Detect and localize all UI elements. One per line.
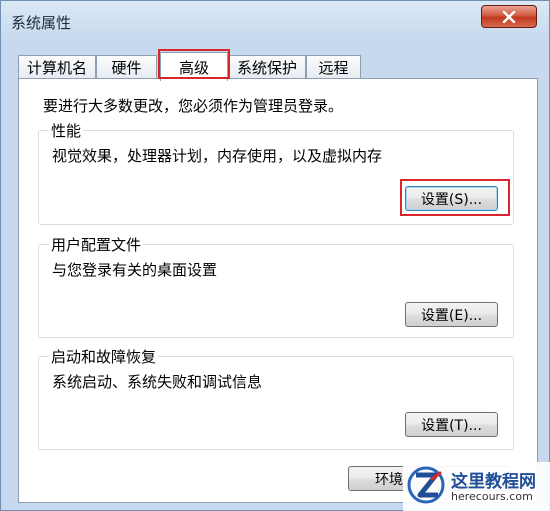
admin-notice: 要进行大多数更改，您必须作为管理员登录。: [43, 97, 344, 115]
startup-recovery-group: 启动和故障恢复 系统启动、系统失败和调试信息 设置(T)...: [38, 346, 514, 450]
system-properties-window: 系统属性 计算机名 硬件 高级 系统保护 远程 要进行大多数更改，您必须作为管理…: [0, 0, 550, 511]
tab-computer-name[interactable]: 计算机名: [18, 55, 96, 79]
window-title: 系统属性: [11, 14, 72, 32]
watermark-site-url: herecours.com: [451, 490, 533, 503]
tab-system-protection[interactable]: 系统保护: [228, 55, 306, 79]
user-profiles-description: 与您登录有关的桌面设置: [52, 261, 218, 279]
performance-title: 性能: [49, 120, 84, 141]
title-bar[interactable]: 系统属性: [1, 1, 549, 41]
close-button[interactable]: [481, 5, 537, 28]
startup-recovery-title: 启动和故障恢复: [49, 346, 159, 367]
watermark-site-name: 这里教程网: [451, 472, 536, 492]
site-watermark: 这里教程网 herecours.com: [403, 462, 550, 511]
z-logo-icon: [406, 465, 446, 505]
user-profiles-group: 用户配置文件 与您登录有关的桌面设置 设置(E)...: [38, 234, 514, 338]
tab-hardware[interactable]: 硬件: [96, 55, 157, 79]
user-profiles-settings-button[interactable]: 设置(E)...: [405, 302, 498, 327]
tab-strip: 计算机名 硬件 高级 系统保护 远程: [18, 52, 538, 81]
close-icon: [502, 10, 516, 23]
startup-recovery-settings-button[interactable]: 设置(T)...: [405, 412, 498, 437]
performance-description: 视觉效果，处理器计划，内存使用，以及虚拟内存: [52, 147, 383, 165]
tab-remote[interactable]: 远程: [306, 55, 361, 79]
advanced-tab-panel: 要进行大多数更改，您必须作为管理员登录。 性能 视觉效果，处理器计划，内存使用，…: [18, 78, 538, 503]
startup-recovery-description: 系统启动、系统失败和调试信息: [52, 373, 263, 391]
user-profiles-title: 用户配置文件: [49, 234, 144, 255]
performance-settings-highlight-box: [400, 179, 510, 216]
advanced-tab-highlight-box: [158, 49, 230, 79]
